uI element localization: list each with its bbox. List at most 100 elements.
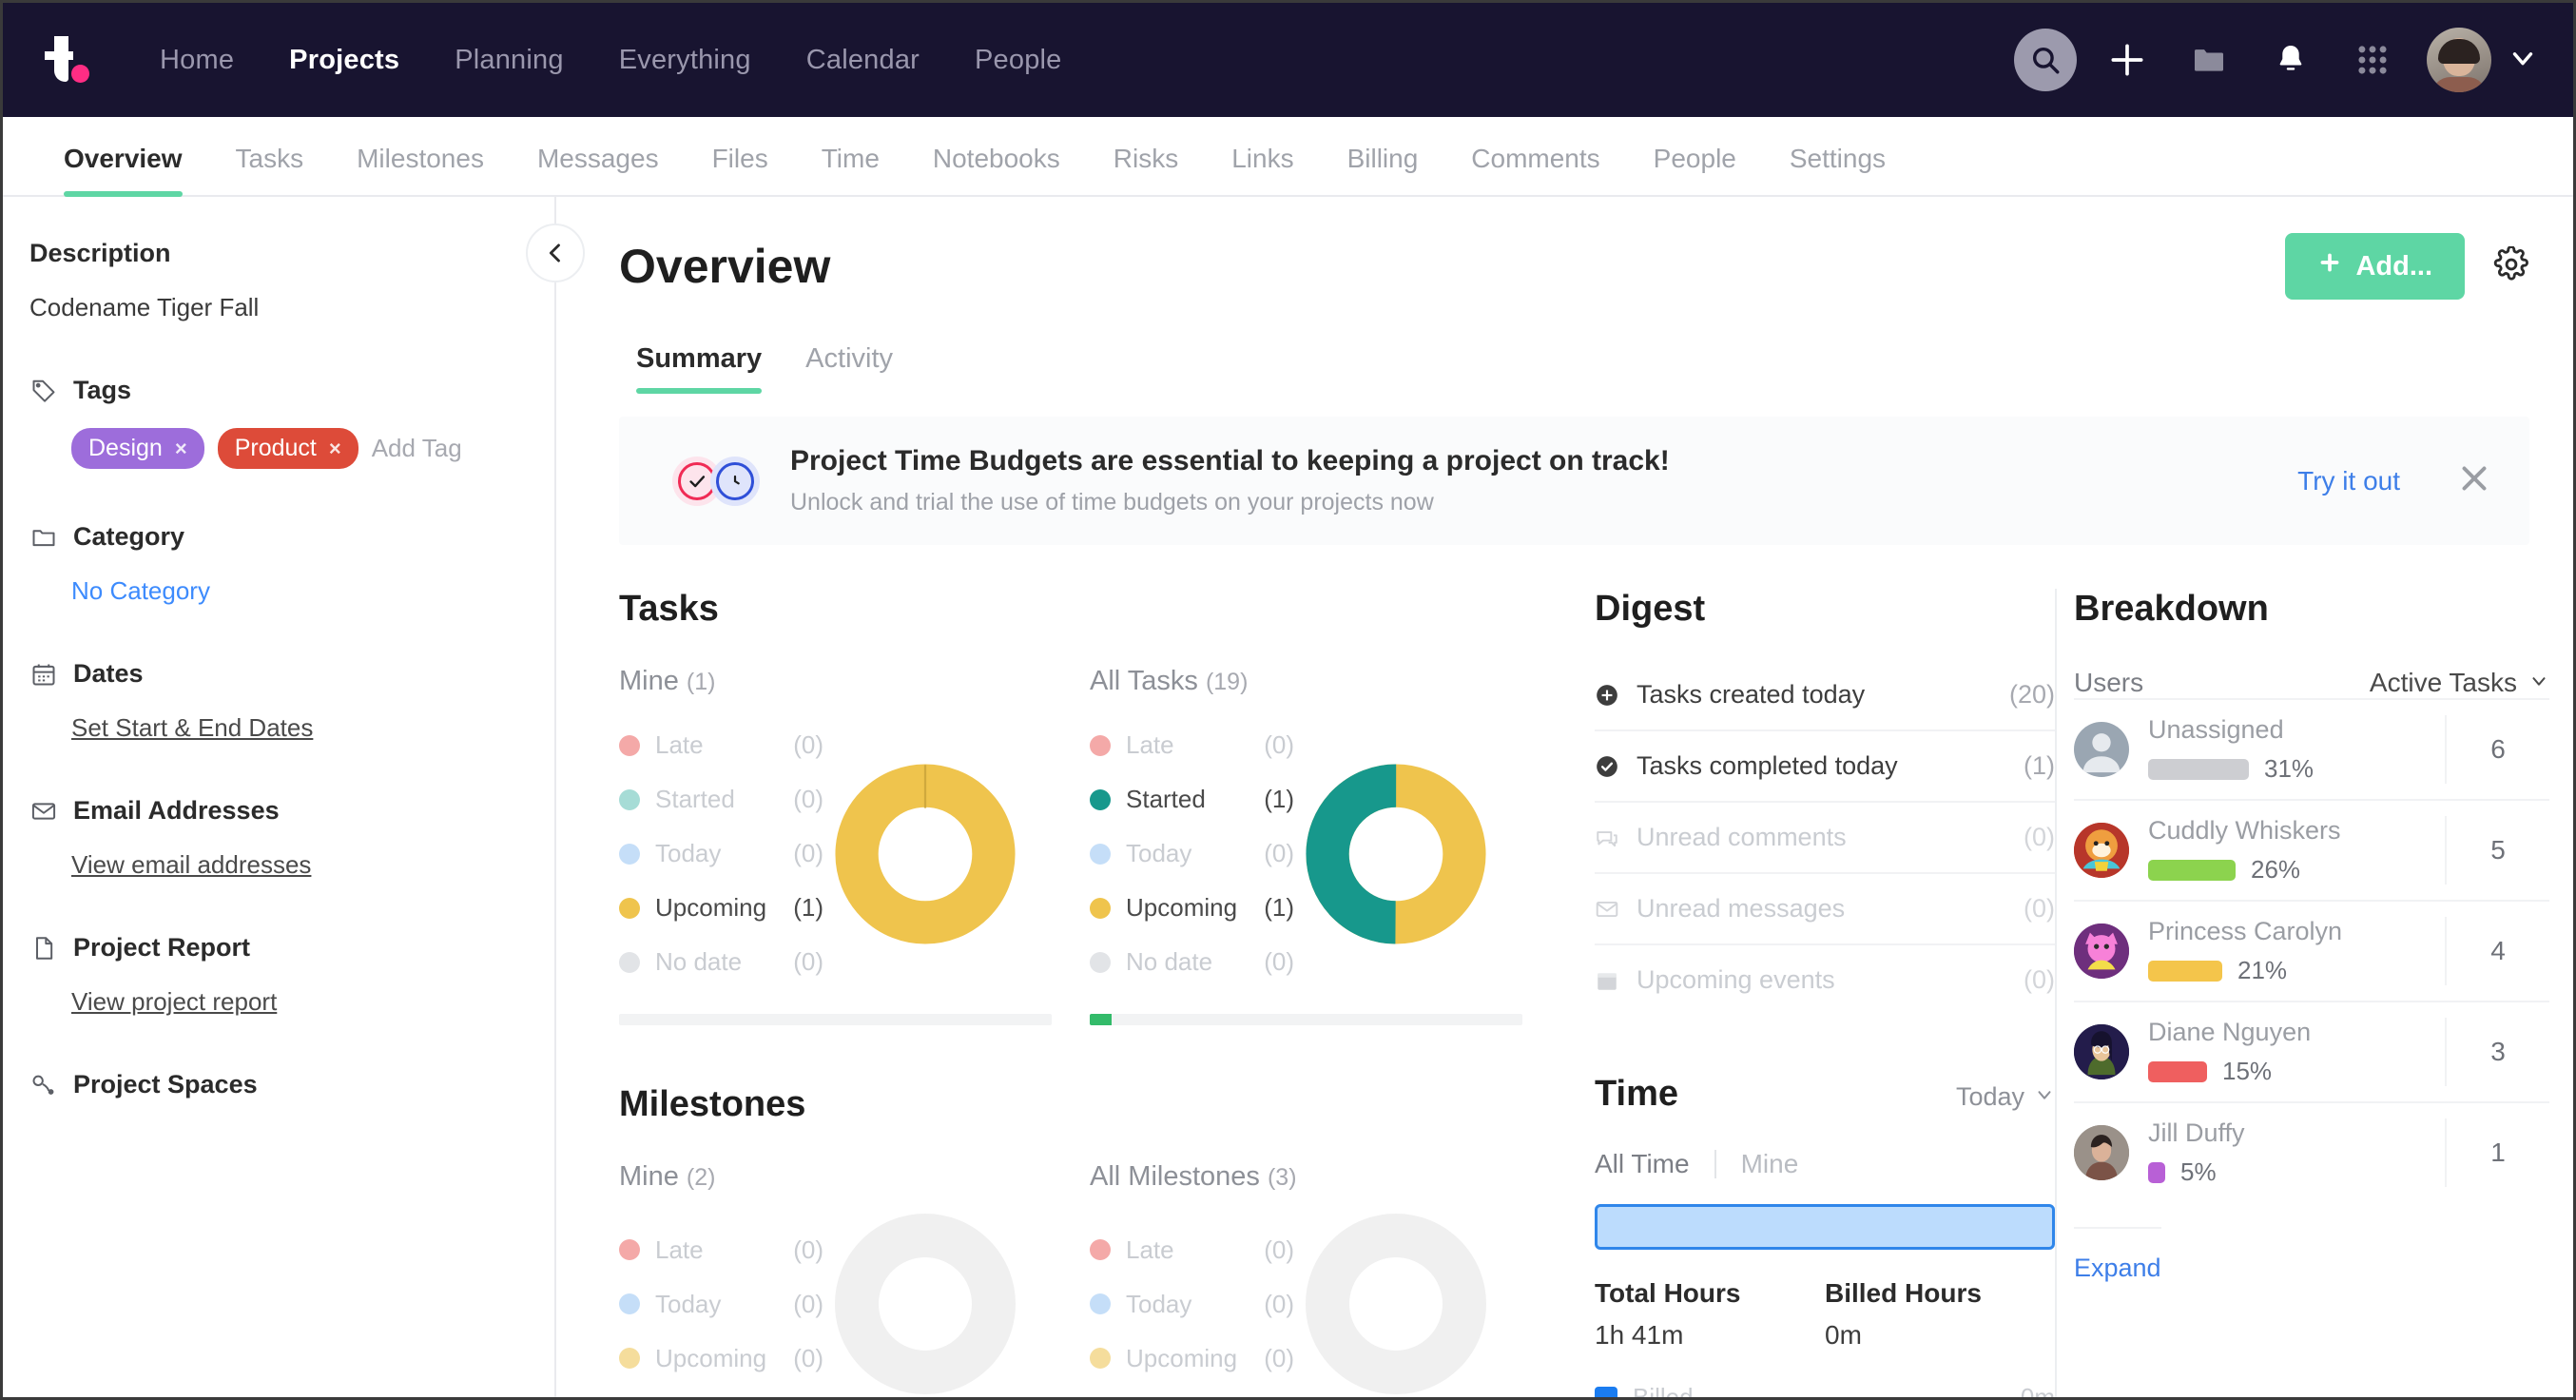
milestones-donut-pair: Mine (2) Late (0) Today (0) Upcoming (0)… — [619, 1161, 1560, 1394]
main-content: Overview Add... Summary Activity Project… — [556, 197, 2573, 1397]
teamwork-logo-icon[interactable] — [39, 30, 98, 89]
tab-tasks[interactable]: Tasks — [209, 144, 331, 195]
legend-item[interactable]: Started (1) — [1090, 772, 1294, 826]
tab-billing[interactable]: Billing — [1321, 144, 1445, 195]
total-hours-value: 1h 41m — [1595, 1320, 1684, 1350]
nav-link-calendar[interactable]: Calendar — [779, 45, 947, 76]
breakdown-expand-link[interactable]: Expand — [2074, 1227, 2161, 1283]
email-label: Email Addresses — [73, 796, 280, 825]
digest-row-tasks-completed[interactable]: Tasks completed today (1) — [1595, 731, 2055, 803]
plus-icon[interactable] — [2086, 19, 2168, 101]
folder-icon[interactable] — [2168, 19, 2250, 101]
tab-comments[interactable]: Comments — [1444, 144, 1626, 195]
legend-item[interactable]: Upcoming (1) — [619, 881, 823, 935]
digest-row-unread-messages[interactable]: Unread messages (0) — [1595, 874, 2055, 945]
tab-overview[interactable]: Overview — [37, 144, 209, 197]
avatar[interactable] — [2427, 28, 2491, 92]
tag-design-label: Design — [88, 435, 163, 461]
time-budgets-promo-banner: Project Time Budgets are essential to ke… — [619, 417, 2529, 545]
legend-item[interactable]: No date (0) — [619, 935, 823, 989]
billed-swatch — [1595, 1386, 1617, 1397]
digest-row-unread-comments[interactable]: Unread comments (0) — [1595, 803, 2055, 874]
table-row[interactable]: Unassigned 31% 6 — [2074, 698, 2549, 799]
legend-item[interactable]: Today (0) — [1090, 1277, 1294, 1332]
legend-item[interactable]: Late (0) — [1090, 718, 1294, 772]
legend-item[interactable]: Upcoming (0) — [1090, 1332, 1294, 1386]
tab-notebooks[interactable]: Notebooks — [906, 144, 1087, 195]
digest-row-upcoming-events[interactable]: Upcoming events (0) — [1595, 945, 2055, 1015]
sidebar-collapse-button[interactable] — [526, 224, 585, 282]
time-tab-mine[interactable]: Mine — [1716, 1149, 1824, 1179]
legend-item[interactable]: Today (0) — [1090, 826, 1294, 881]
table-row[interactable]: Jill Duffy 5% 1 — [2074, 1101, 2549, 1202]
legend-item[interactable]: Late (0) — [619, 1223, 823, 1277]
billed-hours-label: Billed Hours — [1825, 1278, 1982, 1308]
legend-item[interactable]: Today (0) — [619, 826, 823, 881]
legend-item[interactable]: Late (0) — [1090, 1223, 1294, 1277]
legend-label: Started — [1126, 785, 1206, 813]
breakdown-metric-selector[interactable]: Active Tasks — [2370, 668, 2549, 698]
tag-product-remove-icon[interactable]: × — [329, 437, 341, 461]
time-range-selector[interactable]: Today — [1956, 1082, 2055, 1112]
legend-item[interactable]: Upcoming (1) — [1090, 881, 1294, 935]
legend-item[interactable]: No date (0) — [1090, 935, 1294, 989]
time-tab-all[interactable]: All Time — [1595, 1149, 1714, 1179]
try-it-out-link[interactable]: Try it out — [2297, 466, 2400, 496]
chevron-down-icon[interactable] — [2507, 42, 2539, 79]
tag-product[interactable]: Product × — [217, 428, 358, 469]
legend-item[interactable]: Today (0) — [619, 1277, 823, 1332]
legend-value: (0) — [793, 1343, 823, 1372]
tag-list: Design × Product × Add Tag — [71, 428, 516, 469]
milestones-mine-chart-area: Late (0) Today (0) Upcoming (0) — [619, 1214, 1090, 1394]
grid-apps-icon[interactable] — [2332, 19, 2413, 101]
category-value-link[interactable]: No Category — [71, 576, 210, 606]
milestones-all-donut-chart — [1306, 1214, 1486, 1394]
add-tag-button[interactable]: Add Tag — [372, 434, 462, 463]
legend-label: Late — [1126, 730, 1174, 759]
tab-time[interactable]: Time — [795, 144, 906, 195]
nav-link-everything[interactable]: Everything — [591, 45, 779, 76]
digest-row-tasks-created[interactable]: Tasks created today (20) — [1595, 660, 2055, 731]
tab-people[interactable]: People — [1627, 144, 1763, 195]
subtab-activity[interactable]: Activity — [788, 343, 910, 394]
set-dates-link[interactable]: Set Start & End Dates — [71, 713, 313, 743]
milestones-all-label: All Milestones — [1090, 1161, 1260, 1192]
breakdown-percent: 31% — [2264, 754, 2315, 783]
milestones-all-chart-area: Late (0) Today (0) Upcoming (0) — [1090, 1214, 1560, 1394]
legend-item[interactable]: Late (0) — [619, 718, 823, 772]
nav-link-planning[interactable]: Planning — [427, 45, 591, 76]
breakdown-user-name: Jill Duffy — [2148, 1118, 2245, 1147]
nav-link-projects[interactable]: Projects — [261, 45, 427, 76]
milestones-all-block: All Milestones (3) Late (0) Today (0) Up… — [1090, 1161, 1560, 1394]
breakdown-users-label: Users — [2074, 668, 2144, 697]
tab-messages[interactable]: Messages — [511, 144, 686, 195]
table-row[interactable]: Princess Carolyn 21% 4 — [2074, 900, 2549, 1001]
tag-design-remove-icon[interactable]: × — [175, 437, 187, 461]
legend-item[interactable]: Started (0) — [619, 772, 823, 826]
breakdown-user-info: Unassigned 31% — [2148, 715, 2445, 784]
legend-item[interactable]: Upcoming (0) — [619, 1332, 823, 1386]
view-email-addresses-link[interactable]: View email addresses — [71, 850, 311, 880]
table-row[interactable]: Diane Nguyen 15% 3 — [2074, 1001, 2549, 1101]
nav-link-people[interactable]: People — [947, 45, 1090, 76]
close-icon[interactable] — [2457, 461, 2491, 500]
tag-design[interactable]: Design × — [71, 428, 204, 469]
search-icon[interactable] — [2005, 19, 2086, 101]
view-project-report-link[interactable]: View project report — [71, 987, 277, 1017]
tab-files[interactable]: Files — [686, 144, 795, 195]
table-row[interactable]: Cuddly Whiskers 26% 5 — [2074, 799, 2549, 900]
report-label: Project Report — [73, 933, 251, 962]
tab-settings[interactable]: Settings — [1763, 144, 1912, 195]
tab-links[interactable]: Links — [1205, 144, 1320, 195]
gear-icon[interactable] — [2493, 244, 2529, 287]
legend-label: No date — [1126, 947, 1213, 976]
tab-risks[interactable]: Risks — [1087, 144, 1205, 195]
total-hours-label: Total Hours — [1595, 1278, 1741, 1308]
bell-icon[interactable] — [2250, 19, 2332, 101]
add-button[interactable]: Add... — [2285, 233, 2465, 300]
nav-link-home[interactable]: Home — [132, 45, 261, 76]
time-usage-bar — [1595, 1204, 2055, 1250]
subtab-summary[interactable]: Summary — [619, 343, 779, 394]
breakdown-metric-label: Active Tasks — [2369, 668, 2517, 697]
tab-milestones[interactable]: Milestones — [330, 144, 511, 195]
